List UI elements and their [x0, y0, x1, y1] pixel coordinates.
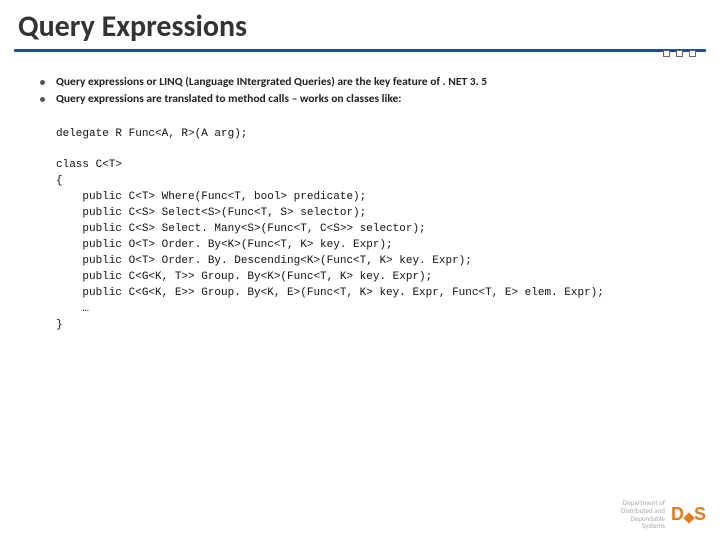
page-title: Query Expressions	[18, 8, 702, 45]
bullet-item: Query expressions are translated to meth…	[40, 91, 680, 108]
footer: Department of Distributed and Dependable…	[621, 499, 706, 530]
content-area: Query expressions or LINQ (Language INte…	[0, 52, 720, 334]
bullet-item: Query expressions or LINQ (Language INte…	[40, 74, 680, 91]
bullet-list: Query expressions or LINQ (Language INte…	[40, 74, 680, 109]
d3s-logo-icon: DS	[671, 504, 706, 525]
decorative-dots	[663, 50, 696, 57]
code-block: delegate R Func<A, R>(A arg); class C<T>…	[40, 127, 680, 334]
department-label: Department of Distributed and Dependable…	[621, 499, 665, 530]
